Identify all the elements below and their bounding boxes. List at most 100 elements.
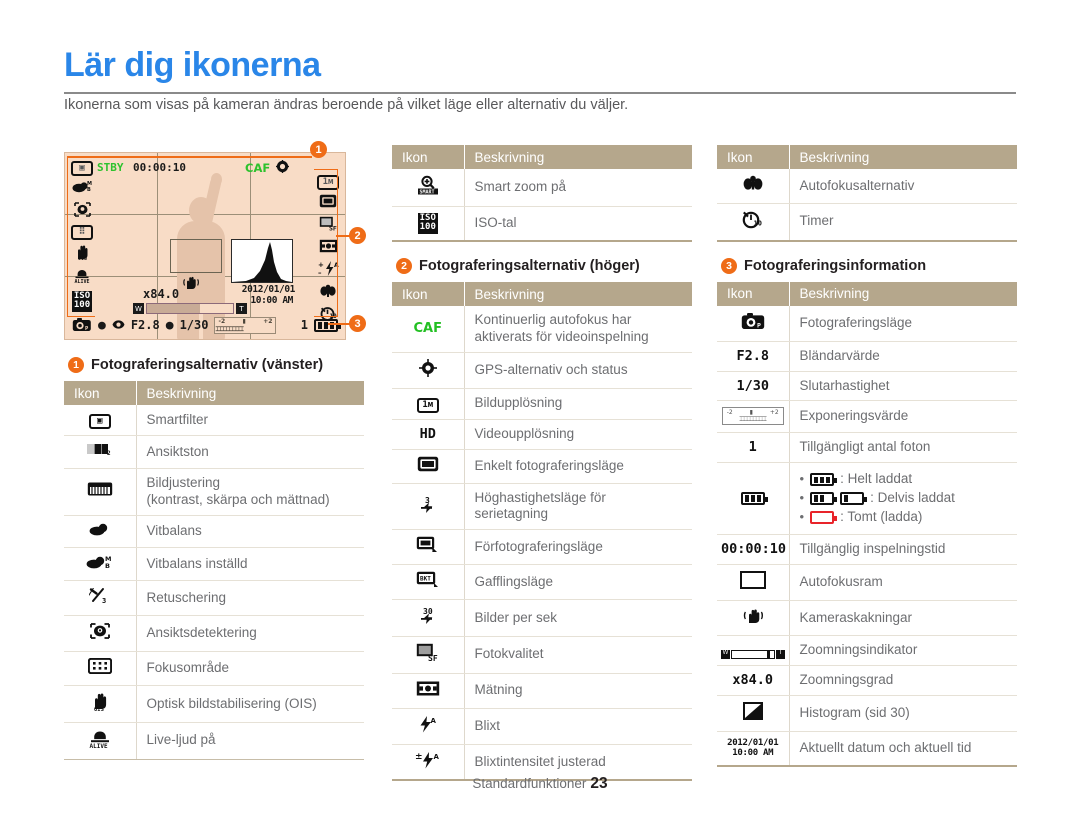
shooting-mode-icon: P bbox=[72, 317, 92, 334]
svg-text:B: B bbox=[105, 562, 110, 570]
row-desc: Smartfilter bbox=[136, 405, 364, 436]
smart-zoom-icon: SMART bbox=[392, 169, 465, 207]
ev-minus: -2 bbox=[218, 317, 226, 325]
svg-text:SMART: SMART bbox=[419, 190, 434, 196]
battery-two-bar-icon bbox=[810, 491, 838, 505]
table-row: SF Fotokvalitet bbox=[392, 636, 692, 674]
table-row: 3 Höghastighetsläge för serietagning bbox=[392, 483, 692, 531]
row-desc: Fotograferingsläge bbox=[789, 305, 1017, 342]
table-left-options-continued: Ikon Beskrivning SMART Smart zoom på ISO… bbox=[392, 145, 692, 243]
stby-label: STBY bbox=[97, 161, 124, 174]
camera-shake-icon bbox=[182, 275, 199, 293]
svg-text:s: s bbox=[432, 548, 435, 553]
ois-icon: OIS bbox=[64, 685, 137, 723]
ev-marker: ▮ bbox=[242, 317, 246, 325]
svg-text:3: 3 bbox=[425, 496, 430, 505]
bracket-icon: BKT bbox=[392, 564, 465, 601]
row-desc: Fokusområde bbox=[136, 651, 364, 686]
col-header-description: Beskrivning bbox=[788, 145, 1017, 169]
row-desc: Zoomningsindikator bbox=[789, 635, 1017, 667]
middle-column: Ikon Beskrivning SMART Smart zoom på ISO… bbox=[392, 145, 692, 783]
af-frame bbox=[170, 239, 222, 273]
recording-time-icon: 00:00:10 bbox=[717, 534, 790, 565]
lcd-shutter-value: 1/30 bbox=[179, 318, 209, 332]
table-row: 1м Bildupplösning bbox=[392, 388, 692, 420]
section-title-1: Fotograferingsalternativ (vänster) bbox=[91, 357, 324, 373]
gps-icon bbox=[392, 352, 465, 389]
datetime-icon: 2012/01/01 10:00 AM bbox=[717, 731, 790, 767]
table-row: 1/30 Slutarhastighet bbox=[717, 371, 1017, 402]
table-row: 10 Timer bbox=[717, 203, 1017, 242]
camera-shake-icon bbox=[717, 600, 790, 637]
row-desc: Enkelt fotograferingsläge bbox=[464, 449, 692, 484]
bullet-icon: • bbox=[799, 471, 805, 487]
row-desc: Kameraskakningar bbox=[789, 600, 1017, 637]
caf-label: CAF bbox=[245, 161, 271, 175]
caf-icon: CAF bbox=[392, 306, 465, 353]
metering-icon bbox=[392, 673, 465, 709]
row-desc: Autofokusalternativ bbox=[789, 169, 1017, 204]
col-header-icon: Ikon bbox=[717, 145, 789, 169]
stby-time: 00:00:10 bbox=[133, 161, 186, 174]
svg-text:A: A bbox=[433, 753, 439, 761]
section-title-3: Fotograferingsinformation bbox=[744, 257, 927, 274]
table-row: 30 Bilder per sek bbox=[392, 599, 692, 637]
table-row: Mätning bbox=[392, 673, 692, 709]
callout-line-2 bbox=[336, 235, 350, 237]
battery-icon bbox=[717, 462, 790, 535]
gps-icon bbox=[276, 160, 289, 173]
lcd-screen: STBY 00:00:10 CAF ▣ MB ⠿ OIS ALIVE ISO 1… bbox=[64, 152, 346, 340]
table-row: 1 Tillgängligt antal foton bbox=[717, 432, 1017, 464]
table-row: 00:00:10 Tillgänglig inspelningstid bbox=[717, 534, 1017, 565]
histogram-display bbox=[231, 239, 293, 283]
callout-marker-2: 2 bbox=[349, 227, 366, 244]
photo-resolution-icon: 1м bbox=[392, 388, 465, 420]
row-desc: Smart zoom på bbox=[464, 169, 692, 207]
datetime-time: 10:00 AM bbox=[732, 748, 774, 759]
histogram-icon bbox=[717, 695, 790, 732]
row-desc: GPS-alternativ och status bbox=[464, 352, 692, 389]
svg-text:±: ± bbox=[415, 752, 423, 762]
datetime-date: 2012/01/01 bbox=[727, 738, 779, 748]
row-desc: Autofokusram bbox=[789, 564, 1017, 601]
col-header-icon: Ikon bbox=[64, 381, 136, 405]
lcd-time: 10:00 AM bbox=[250, 295, 293, 306]
focus-area-icon bbox=[64, 651, 137, 686]
flash-icon: A bbox=[392, 708, 465, 745]
right-column: Ikon Beskrivning Autofokusalternativ 10 … bbox=[717, 145, 1017, 769]
precapture-icon: s bbox=[392, 529, 465, 566]
callout-line-3 bbox=[328, 323, 350, 325]
table-row: s Förfotograferingsläge bbox=[392, 529, 692, 566]
row-desc: Timer bbox=[789, 203, 1017, 242]
row-desc: Höghastighetsläge för serietagning bbox=[464, 483, 692, 531]
ev-ticks: ⌶⌶⌶⌶⌶⌶⌶⌶⌶ bbox=[215, 325, 244, 333]
face-detection-icon bbox=[64, 615, 137, 653]
row-desc: Bländarvärde bbox=[789, 341, 1017, 372]
col-header-icon: Ikon bbox=[392, 145, 464, 169]
burst-icon: 3 bbox=[392, 483, 465, 531]
lcd-preview: STBY 00:00:10 CAF ▣ MB ⠿ OIS ALIVE ISO 1… bbox=[64, 141, 366, 341]
table-row: GPS-alternativ och status bbox=[392, 352, 692, 389]
white-balance-icon bbox=[64, 515, 137, 548]
svg-text:3: 3 bbox=[102, 597, 106, 604]
lcd-shots-left: 1 bbox=[300, 318, 308, 332]
row-desc: Slutarhastighet bbox=[789, 371, 1017, 402]
lcd-status-bar: P ● F2.8 ● 1/30 -2 ▮ +2 ⌶⌶⌶⌶⌶⌶⌶⌶⌶ 1 bbox=[65, 313, 345, 337]
svg-text:A: A bbox=[430, 717, 436, 725]
aperture-icon: F2.8 bbox=[717, 341, 790, 372]
table-row: P Fotograferingsläge bbox=[717, 305, 1017, 342]
table-row: W T Zoomningsindikator bbox=[717, 635, 1017, 667]
row-desc: Bildjustering (kontrast, skärpa och mätt… bbox=[136, 468, 364, 516]
table-row: Ansiktsdetektering bbox=[64, 615, 364, 653]
face-tone-icon: 2 bbox=[64, 435, 137, 469]
table-row: OIS Optisk bildstabilisering (OIS) bbox=[64, 685, 364, 723]
lcd-zoom-ratio: x84.0 bbox=[143, 287, 180, 301]
table-row: Histogram (sid 30) bbox=[717, 695, 1017, 732]
title-divider bbox=[64, 92, 1016, 94]
table-row: -2 ▮ +2 ⌶⌶⌶⌶⌶⌶⌶⌶⌶ Exponeringsvärde bbox=[717, 400, 1017, 434]
row-desc: Tillgänglig inspelningstid bbox=[789, 534, 1017, 565]
section-heading-3: 3 Fotograferingsinformation bbox=[721, 257, 1017, 274]
table-row: 2 Ansiktston bbox=[64, 435, 364, 469]
lcd-aperture-value: F2.8 bbox=[130, 318, 160, 332]
row-desc: Blixt bbox=[464, 708, 692, 745]
